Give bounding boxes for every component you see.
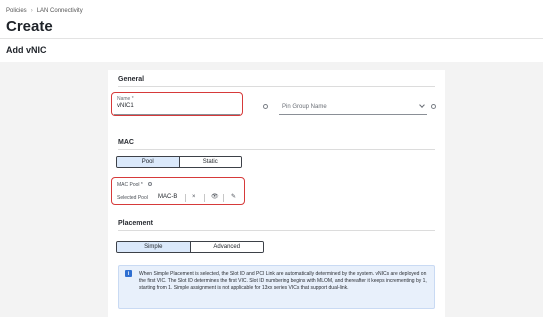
mac-option-pool[interactable]: Pool [117,157,180,167]
breadcrumb-policies[interactable]: Policies [6,8,27,14]
selected-pool-label: Selected Pool [117,195,148,201]
placement-info-text: When Simple Placement is selected, the S… [139,271,427,291]
name-highlight [111,92,243,116]
chevron-down-icon [419,102,425,108]
general-heading: General [118,76,145,83]
breadcrumb-lan-connectivity[interactable]: LAN Connectivity [37,8,83,14]
view-icon[interactable]: 👁 [211,194,219,200]
selected-pool-value: MAC-B [158,194,178,200]
mac-pool-label: MAC Pool * [117,182,143,188]
info-icon: i [125,270,132,277]
mac-option-static[interactable]: Static [179,157,241,167]
mac-rule [118,149,435,150]
pin-group-placeholder: Pin Group Name [282,104,327,110]
placement-info-box: i When Simple Placement is selected, the… [118,265,435,309]
placement-option-advanced[interactable]: Advanced [190,242,263,252]
page-title: Create [6,18,53,35]
pool-divider [204,194,205,202]
clear-icon[interactable]: × [192,194,196,200]
general-rule [118,86,435,87]
placement-heading: Placement [118,220,154,227]
name-info-icon[interactable] [263,104,268,109]
placement-option-simple[interactable]: Simple [117,242,191,252]
pin-group-select[interactable]: Pin Group Name [279,94,427,115]
header-divider [0,38,543,39]
mac-heading: MAC [118,139,134,146]
edit-icon[interactable]: ✎ [231,194,236,200]
placement-rule [118,230,435,231]
mac-mode-toggle: Pool Static [116,156,242,168]
placement-mode-toggle: Simple Advanced [116,241,264,253]
pin-group-info-icon[interactable] [431,104,436,109]
pool-divider [223,194,224,202]
breadcrumb: Policies › LAN Connectivity [6,8,83,14]
mac-pool-info-icon[interactable] [148,182,152,186]
pool-divider [185,194,186,202]
breadcrumb-separator: › [30,8,33,14]
section-title: Add vNIC [6,45,47,55]
